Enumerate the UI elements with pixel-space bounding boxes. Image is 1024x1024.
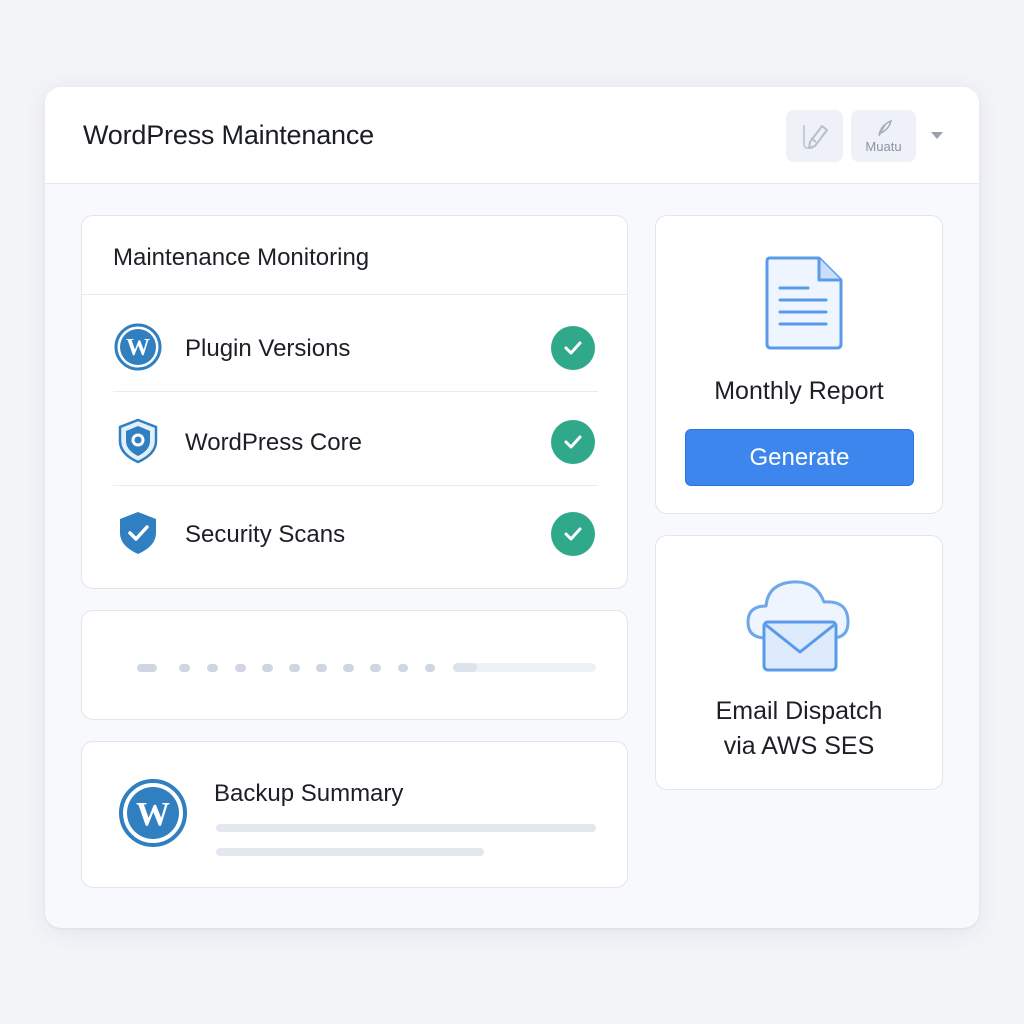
progress-dot: [370, 664, 381, 672]
card-title: Maintenance Monitoring: [113, 244, 370, 271]
backup-summary-card[interactable]: W Backup Summary: [81, 741, 628, 888]
wordpress-icon: W: [119, 779, 187, 847]
placeholder-line: [216, 824, 596, 832]
svg-text:W: W: [126, 335, 150, 361]
progress-fill: [453, 663, 477, 672]
check-icon: [551, 326, 595, 370]
progress-dot: [137, 664, 157, 672]
check-icon: [551, 420, 595, 464]
pen-icon: [802, 125, 828, 149]
progress-dot: [262, 664, 273, 672]
card-title: Backup Summary: [214, 780, 404, 807]
progress-dot: [207, 664, 218, 672]
divider: [82, 294, 627, 295]
header-bar: WordPress Maintenance Muatu: [45, 87, 979, 184]
placeholder-line: [216, 848, 484, 856]
cloud-mail-icon: [746, 580, 850, 672]
header-quill-button[interactable]: Muatu: [851, 110, 916, 162]
wordpress-icon: W: [114, 323, 162, 371]
header-quill-label: Muatu: [865, 138, 902, 154]
shield-check-icon: [120, 512, 156, 554]
quill-icon: [877, 119, 892, 136]
progress-dot: [425, 664, 435, 672]
progress-dot: [398, 664, 408, 672]
card-title: Monthly Report: [714, 377, 884, 405]
check-icon: [551, 512, 595, 556]
progress-dot: [289, 664, 300, 672]
document-icon: [765, 256, 843, 350]
progress-dot: [343, 664, 354, 672]
monitor-row-wordpress-core[interactable]: WordPress Core: [113, 394, 598, 486]
progress-dot: [316, 664, 327, 672]
row-divider: [113, 391, 598, 392]
monitor-label: Plugin Versions: [185, 335, 351, 362]
email-title-line2: via AWS SES: [723, 732, 875, 760]
progress-card: [81, 610, 628, 720]
app-title: WordPress Maintenance: [83, 120, 374, 150]
header-pen-button[interactable]: [786, 110, 843, 162]
monitor-label: WordPress Core: [185, 429, 362, 456]
maintenance-monitoring-card: Maintenance Monitoring W Plugin Versions…: [81, 215, 628, 589]
app-window: WordPress Maintenance Muatu Maintenance …: [45, 87, 979, 928]
chevron-down-icon[interactable]: [931, 132, 943, 139]
monitor-row-security-scans[interactable]: Security Scans: [113, 486, 598, 578]
monthly-report-card: Monthly Report Generate: [655, 215, 943, 514]
progress-dot: [235, 664, 246, 672]
monitor-row-plugin-versions[interactable]: W Plugin Versions: [113, 300, 598, 392]
shield-badge-icon: [118, 418, 158, 464]
generate-button[interactable]: Generate: [685, 429, 914, 486]
progress-dot: [179, 664, 190, 672]
monitor-label: Security Scans: [185, 521, 346, 548]
card-title: Email Dispatch via AWS SES: [656, 694, 942, 764]
email-dispatch-card: Email Dispatch via AWS SES: [655, 535, 943, 790]
svg-text:W: W: [136, 796, 170, 833]
email-title-line1: Email Dispatch: [715, 697, 883, 725]
